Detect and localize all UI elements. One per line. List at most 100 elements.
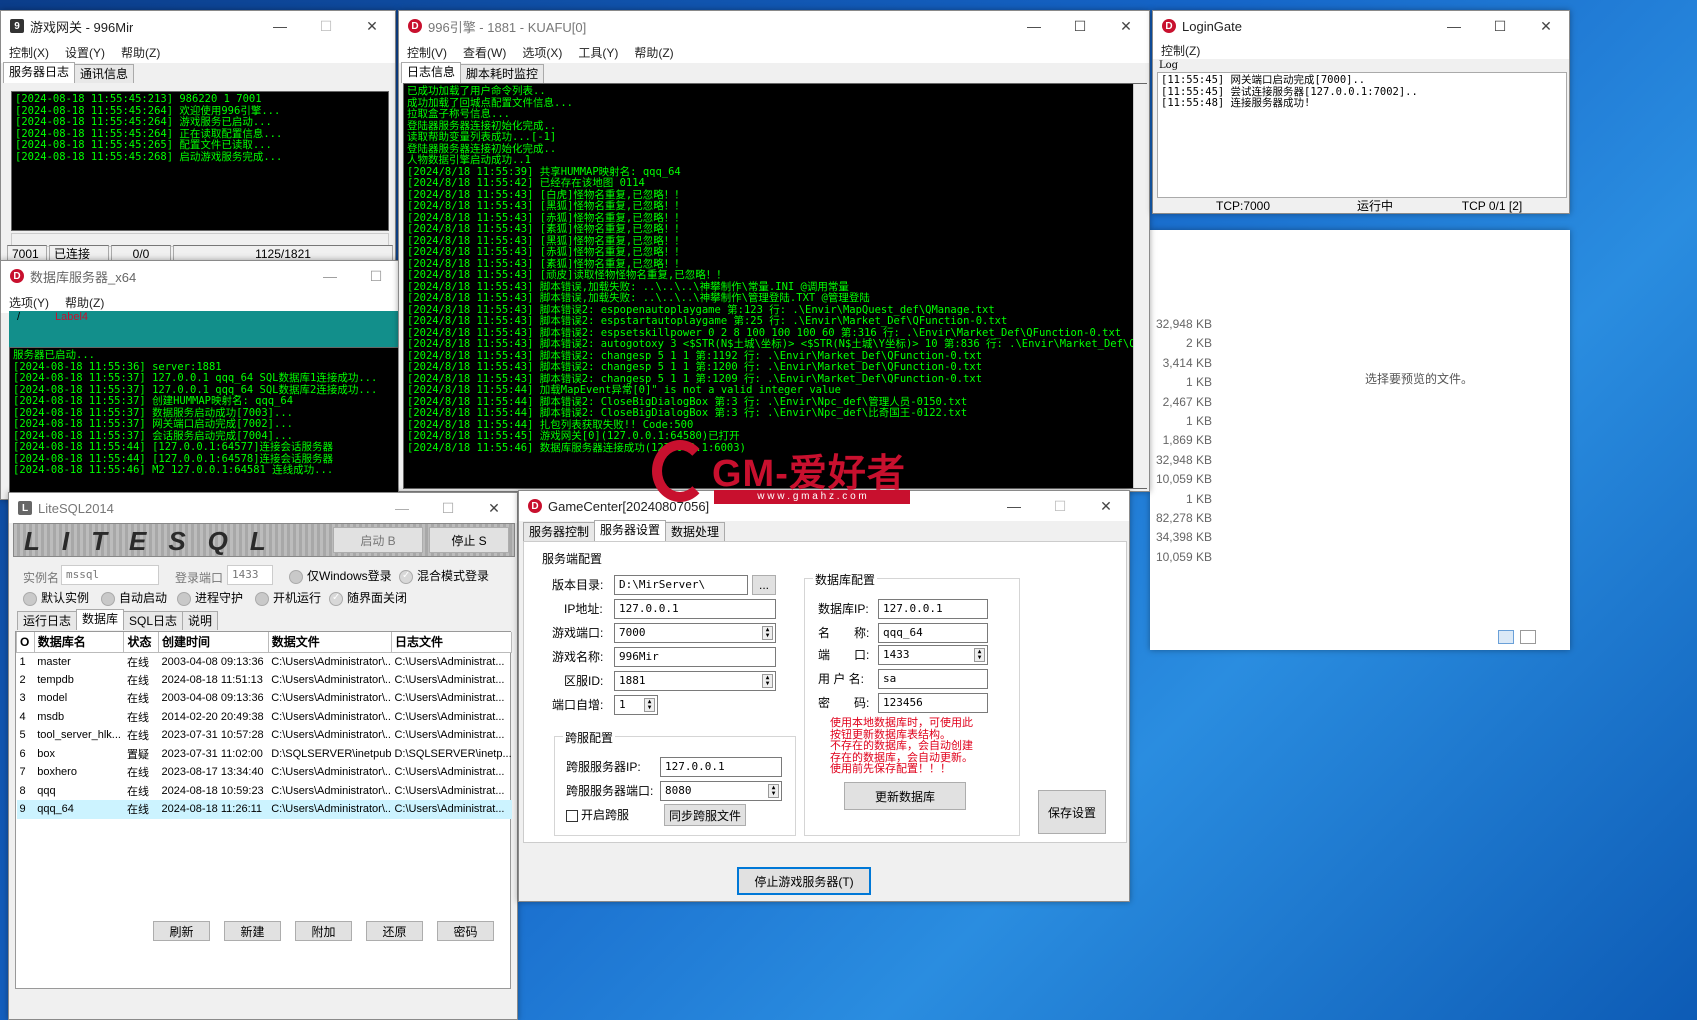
save-settings-button[interactable]: 保存设置: [1038, 790, 1106, 834]
minimize-icon[interactable]: —: [307, 261, 353, 291]
opt-default-instance[interactable]: 默认实例: [23, 589, 89, 606]
db-pass-field[interactable]: 123456: [878, 693, 988, 713]
cross-port-field[interactable]: 8080 ▲ ▼: [660, 781, 782, 801]
title-bar[interactable]: 9 游戏网关 - 996Mir — ☐ ✕: [1, 11, 395, 41]
minimize-icon[interactable]: —: [257, 11, 303, 41]
zone-field[interactable]: 1881 ▲ ▼: [614, 671, 776, 691]
title-bar[interactable]: D LoginGate — ☐ ✕: [1153, 11, 1569, 41]
menu-tools[interactable]: 工具(Y): [570, 44, 626, 61]
table-row[interactable]: 1 master 在线 2003-04-08 09:13:36 C:\Users\Adm…: [17, 652, 512, 671]
tab-run-log[interactable]: 运行日志: [17, 611, 78, 630]
maximize-icon[interactable]: ☐: [1037, 491, 1083, 521]
table-row[interactable]: 5 tool_server_hlk... 在线 2023-07-31 10:57:28…: [17, 726, 512, 745]
cross-enable-checkbox[interactable]: 开启跨服: [566, 806, 629, 823]
table-row[interactable]: 3 model 在线 2003-04-08 09:13:36 C:\Users\Admi…: [17, 689, 512, 708]
tab-server-log[interactable]: 服务器日志: [3, 62, 76, 83]
close-icon[interactable]: ✕: [349, 11, 395, 41]
spinner-icon[interactable]: ▲ ▼: [644, 698, 655, 712]
tab-log-info[interactable]: 日志信息: [401, 62, 462, 83]
close-icon[interactable]: ✕: [471, 493, 517, 523]
instance-field[interactable]: mssql: [61, 565, 159, 585]
close-icon[interactable]: ✕: [1523, 11, 1569, 41]
table-row[interactable]: 7 boxhero 在线 2023-08-17 13:34:40 C:\Users\Ad…: [17, 763, 512, 782]
column-header[interactable]: 日志文件: [390, 632, 513, 653]
attach-button[interactable]: 附加: [295, 921, 352, 941]
menu-help[interactable]: 帮助(Z): [57, 294, 112, 311]
maximize-icon[interactable]: ☐: [303, 11, 349, 41]
menu-help[interactable]: 帮助(Z): [113, 44, 168, 61]
column-header[interactable]: O: [16, 632, 35, 653]
menu-options[interactable]: 选项(X): [514, 44, 570, 61]
port-inc-field[interactable]: 1 ▲ ▼: [614, 695, 658, 715]
spinner-icon[interactable]: ▲ ▼: [768, 784, 779, 798]
browse-button[interactable]: ...: [752, 575, 776, 595]
title-bar[interactable]: D 996引擎 - 1881 - KUAFU[0] — ☐ ✕: [399, 11, 1149, 41]
close-icon[interactable]: ✕: [1083, 491, 1129, 521]
tab-server-control[interactable]: 服务器控制: [523, 522, 596, 541]
stop-game-server-button[interactable]: 停止游戏服务器(T): [737, 867, 871, 895]
column-header[interactable]: 创建时间: [158, 632, 269, 653]
menu-settings[interactable]: 设置(Y): [57, 44, 113, 61]
maximize-icon[interactable]: ☐: [425, 493, 471, 523]
title-bar[interactable]: D 数据库服务器_x64 — ☐: [1, 261, 399, 291]
menu-control[interactable]: 控制(V): [399, 44, 455, 61]
menu-options[interactable]: 选项(Y): [1, 294, 57, 311]
table-row[interactable]: 9 qqq_64 在线 2024-08-18 11:26:11 C:\Users\Adm…: [16, 800, 512, 819]
db-name-field[interactable]: qqq_64: [878, 623, 988, 643]
restore-button[interactable]: 还原: [366, 921, 423, 941]
opt-windows-login[interactable]: 仅Windows登录: [289, 567, 392, 584]
update-db-button[interactable]: 更新数据库: [844, 782, 966, 810]
menu-view[interactable]: 查看(W): [455, 44, 514, 61]
menu-control[interactable]: 控制(Z): [1153, 42, 1208, 59]
table-row[interactable]: 6 box 置疑 2023-07-31 11:02:00 D:\SQLSERVER\in…: [17, 745, 512, 764]
tab-sql-log[interactable]: SQL日志: [123, 611, 184, 630]
minimize-icon[interactable]: —: [379, 493, 425, 523]
refresh-button[interactable]: 刷新: [153, 921, 210, 941]
preview-pane-icon[interactable]: [1520, 630, 1536, 644]
column-header[interactable]: 数据文件: [267, 632, 392, 653]
opt-close-with-ui[interactable]: 随界面关闭: [329, 589, 407, 606]
tab-comm-info[interactable]: 通讯信息: [74, 64, 135, 83]
vertical-scrollbar[interactable]: [1133, 84, 1147, 488]
tab-database[interactable]: 数据库: [76, 609, 125, 630]
opt-auto-start[interactable]: 自动启动: [101, 589, 167, 606]
column-header[interactable]: 状态: [123, 632, 160, 653]
db-ip-field[interactable]: 127.0.0.1: [878, 599, 988, 619]
tab-readme[interactable]: 说明: [182, 611, 219, 630]
maximize-icon[interactable]: ☐: [353, 261, 399, 291]
db-port-field[interactable]: 1433 ▲ ▼: [878, 645, 988, 665]
maximize-icon[interactable]: ☐: [1477, 11, 1523, 41]
minimize-icon[interactable]: —: [1011, 11, 1057, 41]
menu-help[interactable]: 帮助(Z): [626, 44, 681, 61]
cross-ip-field[interactable]: 127.0.0.1: [660, 757, 782, 777]
details-view-icon[interactable]: [1498, 630, 1514, 644]
minimize-icon[interactable]: —: [1431, 11, 1477, 41]
start-button[interactable]: 启动 B: [333, 527, 423, 553]
port-field[interactable]: 1433: [227, 565, 273, 585]
maximize-icon[interactable]: ☐: [1057, 11, 1103, 41]
tab-data-process[interactable]: 数据处理: [665, 522, 726, 541]
table-row[interactable]: 8 qqq 在线 2024-08-18 10:59:23 C:\Users\Admini…: [17, 782, 512, 801]
menu-control[interactable]: 控制(X): [1, 44, 57, 61]
stop-button[interactable]: 停止 S: [429, 527, 509, 553]
game-name-field[interactable]: 996Mir: [614, 647, 776, 667]
close-icon[interactable]: ✕: [1103, 11, 1149, 41]
password-button[interactable]: 密码: [437, 921, 494, 941]
ip-field[interactable]: 127.0.0.1: [614, 599, 776, 619]
spinner-icon[interactable]: ▲ ▼: [762, 626, 773, 640]
dir-field[interactable]: D:\MirServer\: [614, 575, 748, 595]
table-row[interactable]: 4 msdb 在线 2014-02-20 20:49:38 C:\Users\Admin…: [17, 708, 512, 727]
spinner-icon[interactable]: ▲ ▼: [762, 674, 773, 688]
opt-process-guard[interactable]: 进程守护: [177, 589, 243, 606]
new-button[interactable]: 新建: [224, 921, 281, 941]
tab-script-monitor[interactable]: 脚本耗时监控: [460, 64, 545, 83]
table-row[interactable]: 2 tempdb 在线 2024-08-18 11:51:13 C:\Users\Adm…: [17, 671, 512, 690]
opt-boot-run[interactable]: 开机运行: [255, 589, 321, 606]
db-user-field[interactable]: sa: [878, 669, 988, 689]
title-bar[interactable]: L LiteSQL2014 — ☐ ✕: [9, 493, 517, 523]
column-header[interactable]: 数据库名: [33, 632, 125, 653]
spinner-icon[interactable]: ▲ ▼: [974, 648, 985, 662]
tab-server-settings[interactable]: 服务器设置: [594, 520, 667, 541]
sync-cross-button[interactable]: 同步跨服文件: [664, 804, 746, 826]
opt-mixed-login[interactable]: 混合模式登录: [399, 567, 489, 584]
